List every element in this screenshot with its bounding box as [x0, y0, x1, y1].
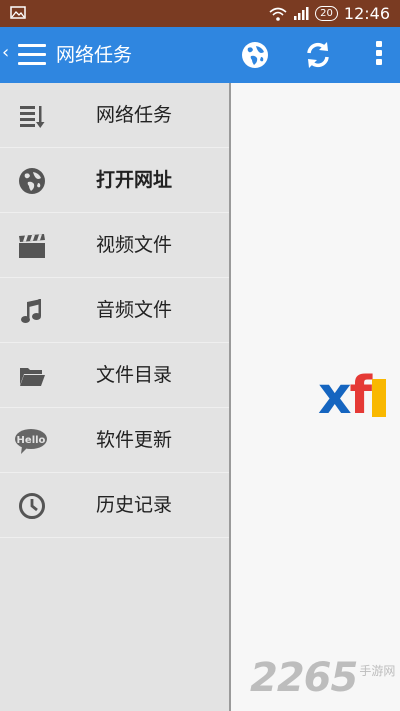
main-content: xf — [231, 83, 400, 711]
clock-time: 12:46 — [343, 4, 390, 23]
more-vert-icon[interactable] — [372, 41, 386, 69]
folder-icon — [20, 368, 45, 386]
nav-drawer: 网络任务 打开网址 视频文件 音频文件 文件目录 Hello 软件更新 历史记录 — [0, 83, 231, 711]
drawer-item-label: 文件目录 — [96, 364, 173, 386]
refresh-icon[interactable] — [302, 39, 334, 71]
music-note-icon — [21, 299, 41, 323]
clock-icon — [19, 493, 45, 519]
clapperboard-icon — [19, 234, 45, 258]
app-title: 网络任务 — [56, 44, 133, 66]
drawer-item-video-files[interactable]: 视频文件 — [0, 213, 229, 278]
status-bar: 20 12:46 — [0, 0, 400, 27]
drawer-item-label: 音频文件 — [96, 299, 173, 321]
drawer-item-label: 网络任务 — [96, 104, 173, 126]
watermark-number: 2265 — [250, 655, 358, 701]
site-watermark: 2265 手游网 — [250, 657, 395, 699]
drawer-item-audio-files[interactable]: 音频文件 — [0, 278, 229, 343]
globe-icon[interactable] — [240, 40, 270, 70]
svg-text:Hello: Hello — [17, 435, 46, 446]
watermark-suffix: 手游网 — [359, 664, 396, 678]
back-chevron-icon[interactable]: ‹ — [2, 43, 9, 63]
logo-bar — [372, 379, 387, 417]
logo-letter-x: x — [318, 366, 352, 426]
app-bar: ‹ 网络任务 — [0, 27, 400, 83]
image-icon — [10, 6, 26, 19]
logo-letter-f: f — [349, 366, 373, 426]
drawer-item-network-tasks[interactable]: 网络任务 — [0, 83, 229, 148]
drawer-item-label: 历史记录 — [96, 494, 173, 516]
battery-badge: 20 — [315, 6, 338, 21]
drawer-item-open-url[interactable]: 打开网址 — [0, 148, 229, 213]
download-list-icon — [20, 106, 45, 128]
wifi-icon — [269, 7, 287, 21]
drawer-item-label: 视频文件 — [96, 234, 173, 256]
menu-toggle-button[interactable] — [18, 44, 46, 66]
drawer-item-history[interactable]: 历史记录 — [0, 473, 229, 538]
drawer-item-software-update[interactable]: Hello 软件更新 — [0, 408, 229, 473]
hello-bubble-icon: Hello — [15, 429, 47, 454]
drawer-item-label: 软件更新 — [96, 429, 173, 451]
app-logo: xf — [318, 366, 387, 426]
drawer-item-label: 打开网址 — [96, 169, 173, 191]
drawer-item-file-directory[interactable]: 文件目录 — [0, 343, 229, 408]
globe-icon — [19, 168, 45, 194]
signal-icon — [294, 7, 309, 20]
